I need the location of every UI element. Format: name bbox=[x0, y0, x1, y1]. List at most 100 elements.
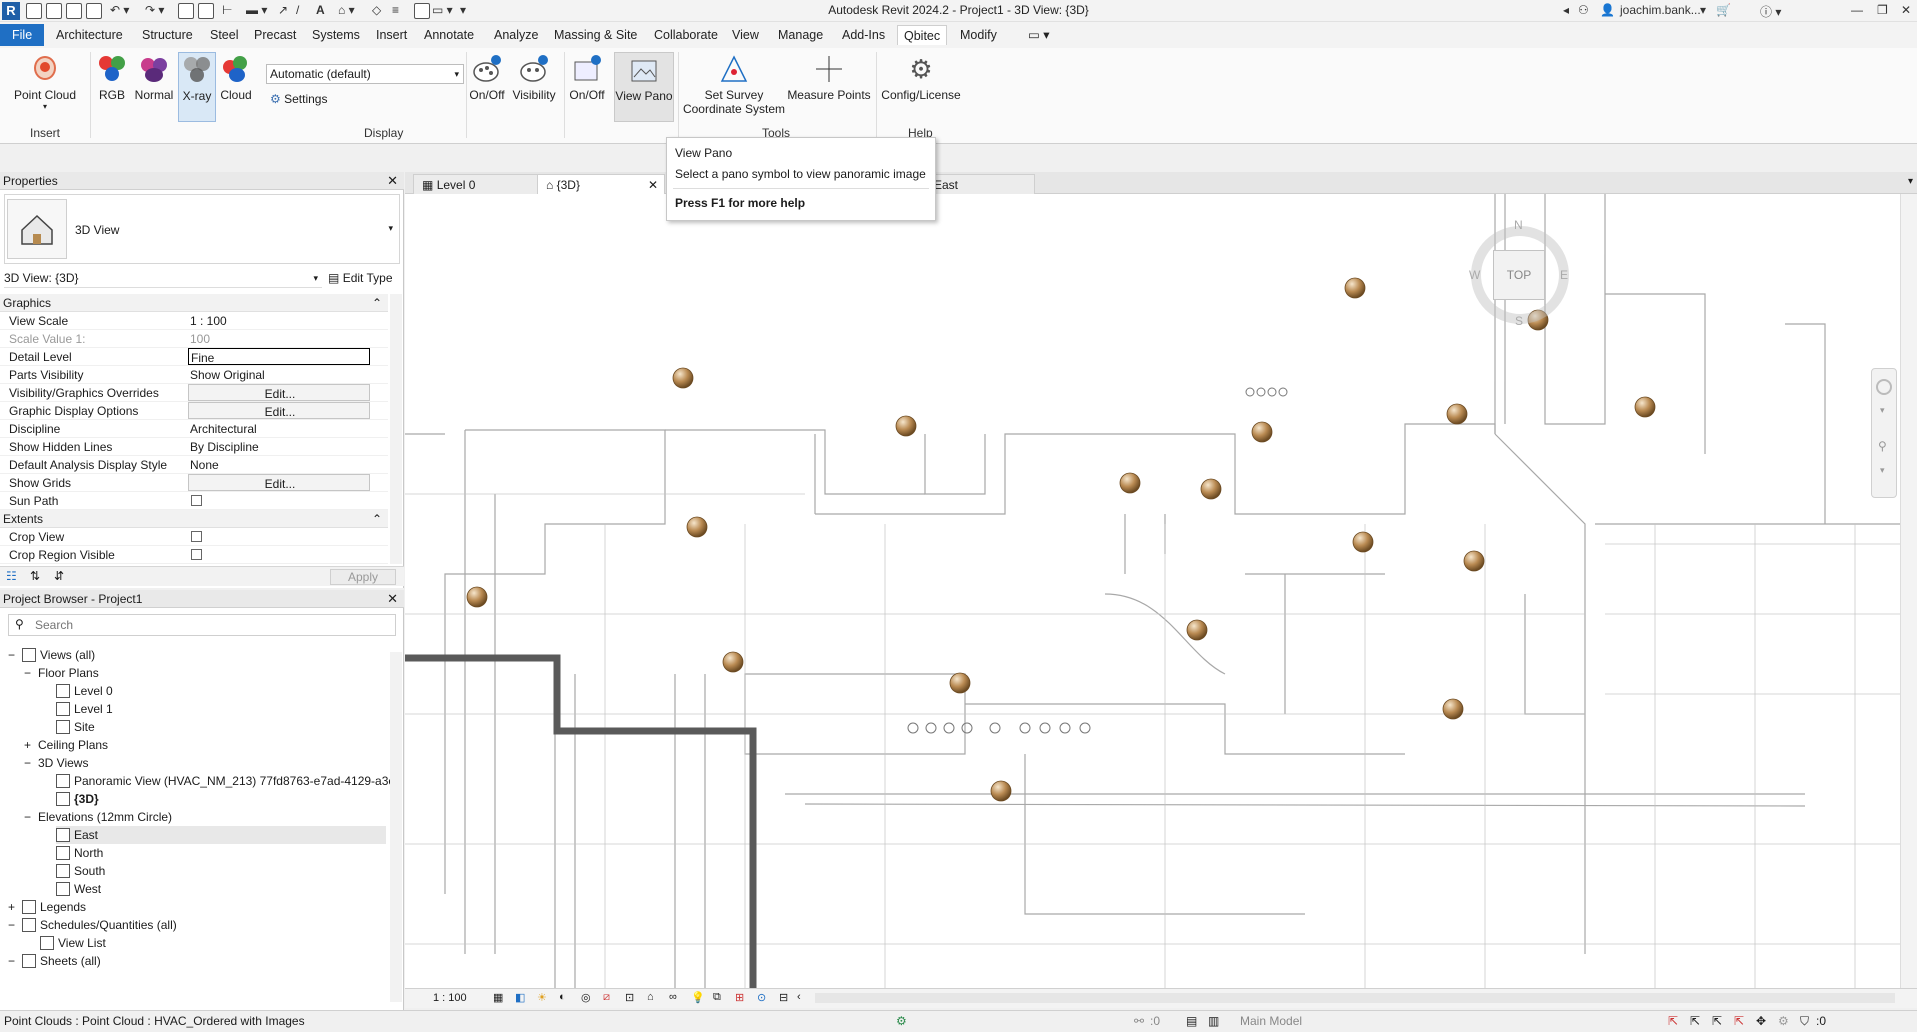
type-selector[interactable]: 3D View ▾ bbox=[4, 194, 400, 264]
select-face-icon[interactable]: ⇱ bbox=[1734, 1011, 1744, 1031]
highlight-icon[interactable]: ⊙ bbox=[757, 991, 766, 1004]
browser-search[interactable]: ⚲ bbox=[8, 614, 396, 636]
render-icon[interactable]: ◎ bbox=[581, 991, 591, 1004]
constraints-icon[interactable]: ⊟ bbox=[779, 991, 788, 1004]
crop-region-icon[interactable]: ⊡ bbox=[625, 991, 634, 1004]
onoff-button-2[interactable]: On/Off bbox=[568, 54, 606, 102]
edit-type-button[interactable]: ▤ Edit Type bbox=[328, 268, 393, 288]
tree-schedules[interactable]: − Schedules/Quantities (all) bbox=[8, 916, 177, 934]
zoom-dropdown-icon[interactable]: ▾ bbox=[1880, 465, 1885, 476]
type-dropdown-icon[interactable]: ▾ bbox=[388, 223, 393, 234]
shadows-icon[interactable]: ◐ bbox=[559, 991, 566, 1003]
view-scale[interactable]: 1 : 100 bbox=[433, 992, 467, 1004]
tabs-overflow-icon[interactable]: ▾ bbox=[1908, 176, 1913, 187]
background-process-icon[interactable]: ⚙ bbox=[1778, 1011, 1789, 1031]
tree-ceiling-plans[interactable]: + Ceiling Plans bbox=[24, 736, 108, 754]
tree-west[interactable]: West bbox=[56, 880, 101, 898]
user-icon[interactable]: 👤 bbox=[1600, 3, 1615, 19]
pano-sphere-icon[interactable] bbox=[466, 586, 488, 608]
select-links-icon[interactable]: ⇱ bbox=[1668, 1011, 1678, 1031]
close-icon[interactable]: ✕ bbox=[387, 590, 398, 608]
prop-view-scale[interactable]: View Scale 1 : 100 bbox=[0, 312, 388, 330]
temp-hide-icon[interactable]: ∞ bbox=[669, 991, 677, 1003]
tree-legends[interactable]: + Legends bbox=[8, 898, 86, 916]
display-mode-dropdown[interactable]: Automatic (default) ▾ bbox=[266, 64, 464, 84]
select-underlay-icon[interactable]: ⇱ bbox=[1690, 1011, 1700, 1031]
tab-modify[interactable]: Modify bbox=[954, 25, 1003, 45]
tab-qbitec[interactable]: Qbitec bbox=[897, 25, 948, 45]
viewport-hscroll[interactable] bbox=[815, 993, 1895, 1003]
wheel-dropdown-icon[interactable]: ▾ bbox=[1880, 405, 1885, 416]
sort-az-icon[interactable]: ⇅ bbox=[30, 569, 40, 583]
tab-structure[interactable]: Structure bbox=[136, 25, 199, 45]
crop-view-checkbox[interactable] bbox=[191, 531, 202, 542]
filter-icon[interactable]: ⛉ bbox=[1800, 1011, 1809, 1031]
search-input[interactable] bbox=[35, 617, 375, 633]
viewport-vscroll[interactable] bbox=[1900, 194, 1917, 988]
tab-analyze[interactable]: Analyze bbox=[488, 25, 544, 45]
tree-north[interactable]: North bbox=[56, 844, 103, 862]
pano-sphere-icon[interactable] bbox=[1352, 531, 1374, 553]
cloud-button[interactable]: Cloud bbox=[218, 54, 254, 102]
back-icon[interactable]: ◂ bbox=[1563, 3, 1569, 19]
tab-view[interactable]: View bbox=[726, 25, 765, 45]
normal-button[interactable]: Normal bbox=[132, 54, 176, 102]
tree-level-0[interactable]: Level 0 bbox=[56, 682, 113, 700]
prop-sun-path[interactable]: Sun Path bbox=[0, 492, 388, 510]
editable-icon[interactable]: ▥ bbox=[1208, 1011, 1219, 1031]
unlocked-3d-icon[interactable]: ⌂ bbox=[647, 991, 654, 1003]
prop-detail-level[interactable]: Detail Level Fine bbox=[0, 348, 388, 366]
viewcube-north[interactable]: N bbox=[1514, 218, 1523, 232]
tree-level-1[interactable]: Level 1 bbox=[56, 700, 113, 718]
design-options-icon[interactable]: ▤ bbox=[1186, 1011, 1197, 1031]
restore-icon[interactable]: ❐ bbox=[1877, 3, 1888, 19]
hscroll-left-icon[interactable]: ‹ bbox=[797, 991, 801, 1003]
tab-3d[interactable]: ⌂ {3D} ✕ bbox=[537, 174, 665, 194]
pano-sphere-icon[interactable] bbox=[686, 516, 708, 538]
tab-level-0[interactable]: ▦ Level 0 bbox=[413, 174, 539, 194]
main-model[interactable]: Main Model bbox=[1240, 1011, 1302, 1031]
prop-graphic-display[interactable]: Graphic Display Options Edit... bbox=[0, 402, 388, 420]
prop-show-hidden-lines[interactable]: Show Hidden Lines By Discipline bbox=[0, 438, 388, 456]
xray-button[interactable]: X-ray bbox=[178, 52, 216, 122]
sun-path-icon[interactable]: ☀ bbox=[537, 991, 547, 1004]
viewcube-east[interactable]: E bbox=[1560, 268, 1568, 282]
pano-sphere-icon[interactable] bbox=[1186, 619, 1208, 641]
binoculars-icon[interactable]: ⚇ bbox=[1578, 3, 1589, 19]
sun-path-checkbox[interactable] bbox=[191, 495, 202, 506]
reveal-hidden-icon[interactable]: 💡 bbox=[691, 991, 705, 1004]
pano-sphere-icon[interactable] bbox=[990, 780, 1012, 802]
close-icon[interactable]: ✕ bbox=[1901, 3, 1911, 19]
detail-level-icon[interactable]: ▦ bbox=[493, 991, 503, 1004]
tree-3d-views[interactable]: −3D Views bbox=[24, 754, 88, 772]
steering-wheel-icon[interactable] bbox=[1876, 379, 1892, 395]
cart-icon[interactable]: 🛒 bbox=[1716, 3, 1731, 19]
pano-sphere-icon[interactable] bbox=[1251, 421, 1273, 443]
prop-crop-region-visible[interactable]: Crop Region Visible bbox=[0, 546, 388, 564]
sort-za-icon[interactable]: ⇵ bbox=[54, 569, 64, 583]
rgb-button[interactable]: RGB bbox=[96, 54, 128, 102]
tree-views-all[interactable]: − Views (all) bbox=[8, 646, 95, 664]
pano-sphere-icon[interactable] bbox=[895, 415, 917, 437]
prop-analysis-style[interactable]: Default Analysis Display Style None bbox=[0, 456, 388, 474]
tree-panoramic-view[interactable]: Panoramic View (HVAC_NM_213) 77fd8763-e7… bbox=[56, 772, 394, 790]
tab-manage[interactable]: Manage bbox=[772, 25, 829, 45]
close-tab-icon[interactable]: ✕ bbox=[648, 175, 658, 195]
measure-points-button[interactable]: Measure Points bbox=[786, 54, 872, 102]
pano-sphere-icon[interactable] bbox=[1442, 698, 1464, 720]
pano-sphere-icon[interactable] bbox=[722, 651, 744, 673]
properties-scrollbar[interactable] bbox=[390, 294, 402, 564]
pano-sphere-icon[interactable] bbox=[1463, 550, 1485, 572]
prop-show-grids[interactable]: Show Grids Edit... bbox=[0, 474, 388, 492]
instance-selector[interactable]: 3D View: {3D} ▾ bbox=[4, 268, 322, 288]
analytical-icon[interactable]: ⊞ bbox=[735, 991, 744, 1004]
minimize-icon[interactable]: — bbox=[1851, 3, 1863, 19]
prop-parts-visibility[interactable]: Parts Visibility Show Original bbox=[0, 366, 388, 384]
pano-sphere-icon[interactable] bbox=[1119, 472, 1141, 494]
contextual-dropdown-icon[interactable]: ▭ ▾ bbox=[1022, 25, 1056, 45]
pano-sphere-icon[interactable] bbox=[949, 672, 971, 694]
tree-3d[interactable]: {3D} bbox=[56, 790, 99, 808]
apply-button[interactable]: Apply bbox=[330, 569, 396, 585]
point-cloud-button[interactable]: Point Cloud ▾ bbox=[8, 54, 82, 111]
pano-sphere-icon[interactable] bbox=[1634, 396, 1656, 418]
